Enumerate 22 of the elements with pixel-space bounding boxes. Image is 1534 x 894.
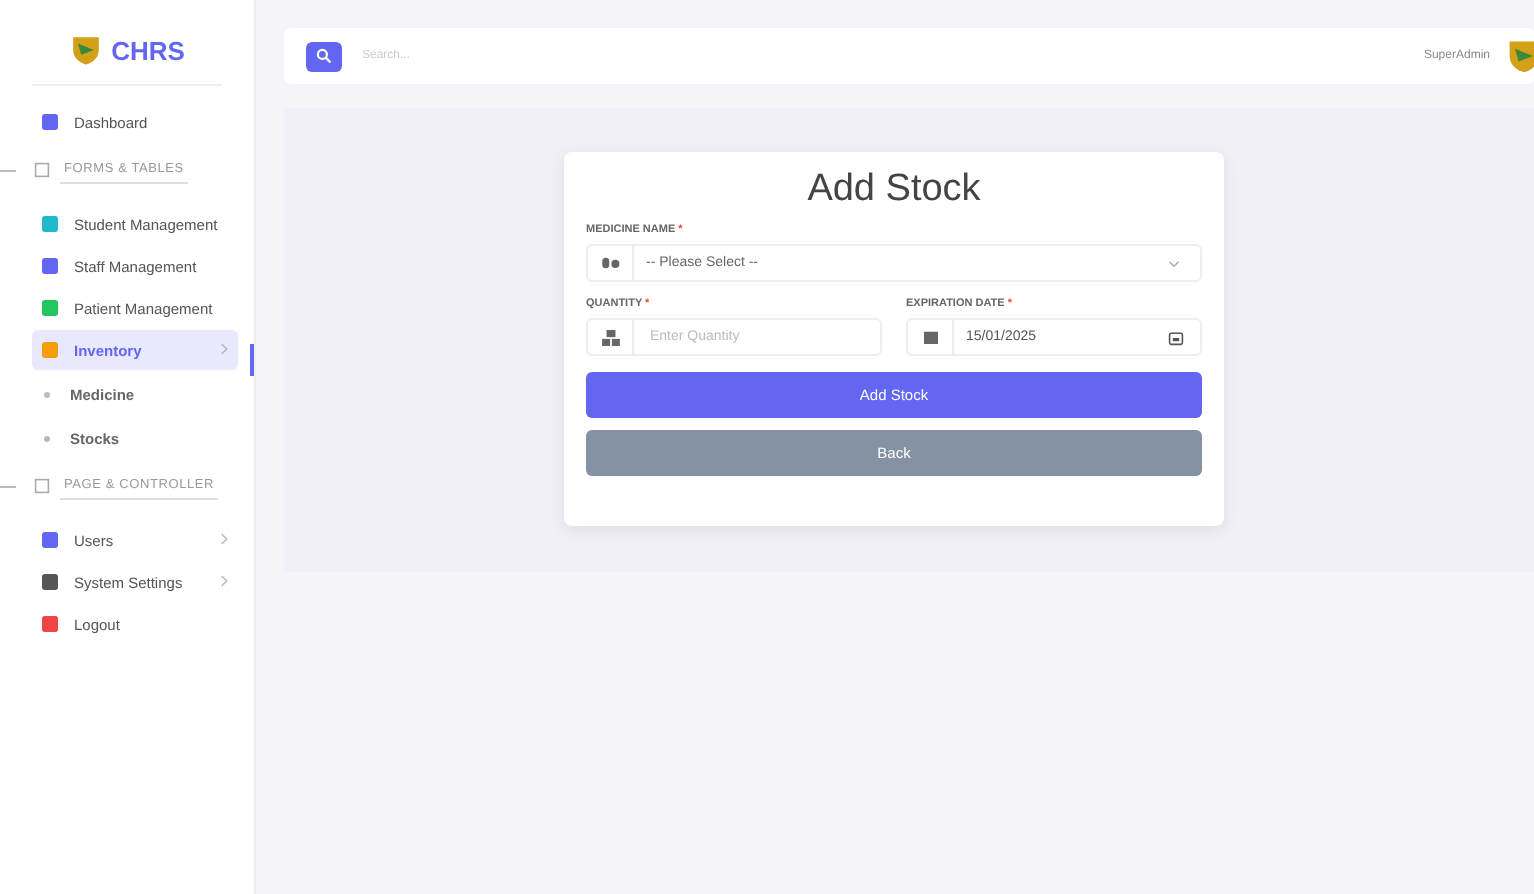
nav-icon (40, 340, 60, 360)
nav-icon (40, 614, 60, 634)
search-icon (316, 48, 332, 64)
section-icon (34, 478, 50, 494)
nav-icon (40, 112, 60, 132)
chevron-icon (220, 574, 230, 588)
nav-icon (40, 256, 60, 276)
brand-name: CHRS (111, 35, 185, 65)
nav-icon (40, 530, 60, 550)
shield-logo-icon (69, 34, 102, 66)
section-icon (34, 162, 50, 178)
nav-icon (40, 572, 60, 592)
chevron-icon (220, 532, 230, 546)
nav-icon (40, 298, 60, 318)
search-button[interactable] (306, 41, 342, 71)
shield-avatar-icon[interactable] (1506, 38, 1534, 74)
chevron-icon (220, 342, 230, 356)
nav-icon (40, 214, 60, 234)
boxes-icon (601, 329, 619, 345)
form-title: Add Stock (805, 168, 983, 212)
pills-icon (601, 256, 619, 270)
caret-icon (1168, 259, 1180, 267)
